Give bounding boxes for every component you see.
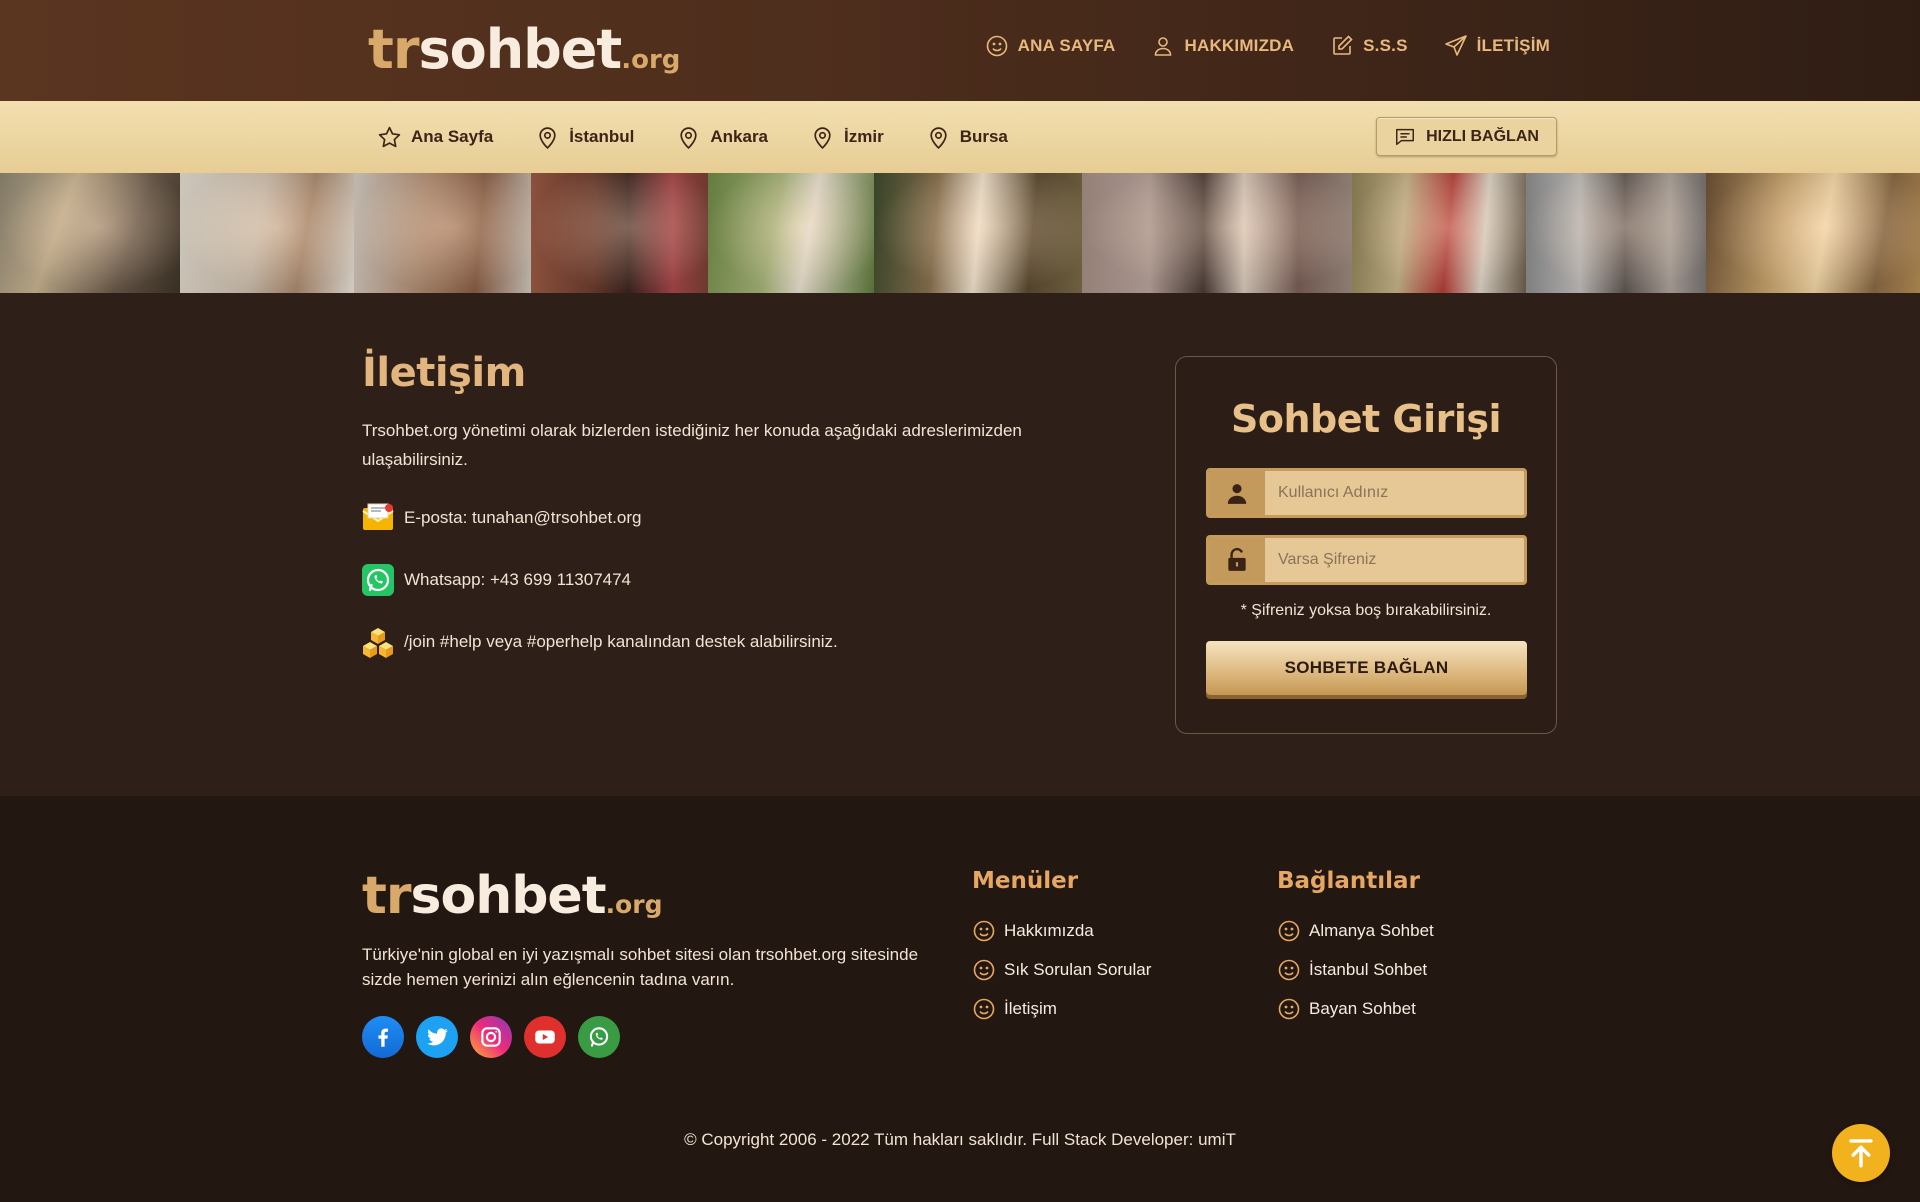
facebook-link[interactable]	[362, 1016, 404, 1058]
subnav-ankara[interactable]: Ankara	[676, 125, 768, 150]
star-icon	[378, 126, 401, 147]
instagram-link[interactable]	[470, 1016, 512, 1058]
footer-menu-item[interactable]: İletişim	[972, 989, 1151, 1028]
whatsapp-icon	[362, 564, 394, 596]
scroll-to-top-button[interactable]	[1832, 1124, 1890, 1182]
subnav-bursa[interactable]: Bursa	[926, 125, 1008, 150]
instagram-icon	[481, 1027, 501, 1047]
send-icon	[1444, 35, 1467, 56]
twitter-icon	[427, 1028, 448, 1046]
unlock-icon	[1228, 547, 1246, 571]
youtube-icon	[535, 1030, 555, 1044]
footer-links-title: Bağlantılar	[1277, 868, 1420, 894]
footer-menu-item[interactable]: Hakkımızda	[972, 911, 1151, 950]
footer-logo[interactable]: tr sohbet .org	[362, 866, 662, 926]
social-links	[362, 1016, 620, 1058]
contact-section: İletişim Trsohbet.org yönetimi olarak bi…	[362, 350, 1102, 686]
user-icon	[1155, 37, 1172, 56]
banner-photo	[874, 173, 1082, 293]
banner-photo	[1352, 173, 1526, 293]
topnav-hakkimizda[interactable]: HAKKIMIZDA	[1151, 34, 1294, 58]
banner-photo	[708, 173, 874, 293]
youtube-link[interactable]	[524, 1016, 566, 1058]
city-nav: Ana Sayfa İstanbul Ankara İzmir Bursa HI…	[0, 101, 1920, 173]
twitter-link[interactable]	[416, 1016, 458, 1058]
topnav-sss[interactable]: S.S.S	[1330, 34, 1407, 58]
arrow-up-icon	[1849, 1139, 1873, 1168]
site-header: tr sohbet .org ANA SAYFA HAKKIMIZDA S.S.S …	[0, 0, 1920, 101]
banner-photo	[180, 173, 354, 293]
footer-link-item[interactable]: Bayan Sohbet	[1277, 989, 1434, 1028]
connect-button[interactable]: SOHBETE BAĞLAN	[1206, 641, 1527, 695]
banner-photo	[1526, 173, 1706, 293]
banner-photo	[0, 173, 180, 293]
username-input[interactable]	[1265, 471, 1524, 515]
password-note: * Şifreniz yoksa boş bırakabilirsiniz.	[1240, 602, 1492, 619]
subnav-istanbul[interactable]: İstanbul	[535, 125, 634, 150]
footer-link-item[interactable]: İstanbul Sohbet	[1277, 950, 1434, 989]
location-pin-icon	[930, 126, 947, 149]
smile-icon	[973, 959, 995, 980]
banner-photo	[531, 173, 708, 293]
user-icon	[1227, 484, 1247, 504]
login-card: Sohbet Girişi * Şifreniz yoksa boş bırak…	[1175, 356, 1557, 734]
facebook-icon	[378, 1028, 388, 1047]
smile-icon	[1278, 959, 1300, 980]
copyright-text: © Copyright 2006 - 2022 Tüm hakları sakl…	[684, 1130, 1236, 1149]
top-nav: ANA SAYFA HAKKIMIZDA S.S.S İLETİŞİM	[985, 34, 1550, 58]
smile-icon	[973, 920, 995, 941]
site-footer: tr sohbet .org Türkiye'nin global en iyi y…	[0, 796, 1920, 1202]
contact-irc: /join #help veya #operhelp kanalından de…	[362, 624, 1102, 660]
quick-connect-button[interactable]: HIZLI BAĞLAN	[1376, 117, 1557, 156]
chat-icon	[1396, 128, 1415, 145]
footer-links: Bağlantılar Almanya Sohbet İstanbul Sohb…	[1277, 868, 1434, 1028]
contact-title: İletişim	[362, 350, 526, 396]
smile-icon	[986, 35, 1007, 57]
footer-menus: Menüler Hakkımızda Sık Sorulan Sorular İ…	[972, 868, 1151, 1028]
contact-whatsapp: Whatsapp: +43 699 11307474	[362, 562, 1102, 598]
subnav-ana-sayfa[interactable]: Ana Sayfa	[377, 125, 493, 150]
password-field	[1206, 535, 1527, 585]
blocks-icon	[363, 628, 393, 658]
whatsapp-icon	[589, 1027, 609, 1047]
topnav-iletisim[interactable]: İLETİŞİM	[1444, 34, 1550, 58]
username-field	[1206, 468, 1527, 518]
banner-photo	[354, 173, 531, 293]
mail-icon	[362, 503, 394, 530]
contact-intro: Trsohbet.org yönetimi olarak bizlerden i…	[362, 421, 1022, 469]
whatsapp-link[interactable]	[578, 1016, 620, 1058]
footer-description: Türkiye'nin global en iyi yazışmalı sohb…	[362, 945, 919, 989]
banner-photo	[1706, 173, 1920, 293]
site-logo[interactable]: tr sohbet .org	[368, 18, 680, 81]
smile-icon	[1278, 998, 1300, 1019]
password-input[interactable]	[1265, 538, 1524, 582]
smile-icon	[1278, 920, 1300, 941]
footer-menu-item[interactable]: Sık Sorulan Sorular	[972, 950, 1151, 989]
subnav-izmir[interactable]: İzmir	[810, 125, 884, 150]
banner-photo	[1082, 173, 1352, 293]
location-pin-icon	[814, 126, 831, 149]
contact-email: E-posta: tunahan@trsohbet.org	[362, 500, 1102, 536]
topnav-ana-sayfa[interactable]: ANA SAYFA	[985, 34, 1116, 58]
edit-icon	[1333, 35, 1353, 55]
login-title: Sohbet Girişi	[1230, 397, 1502, 441]
footer-menus-title: Menüler	[972, 868, 1079, 894]
footer-link-item[interactable]: Almanya Sohbet	[1277, 911, 1434, 950]
location-pin-icon	[680, 126, 698, 149]
location-pin-icon	[539, 126, 556, 149]
smile-icon	[973, 998, 995, 1019]
photo-strip	[0, 173, 1920, 293]
